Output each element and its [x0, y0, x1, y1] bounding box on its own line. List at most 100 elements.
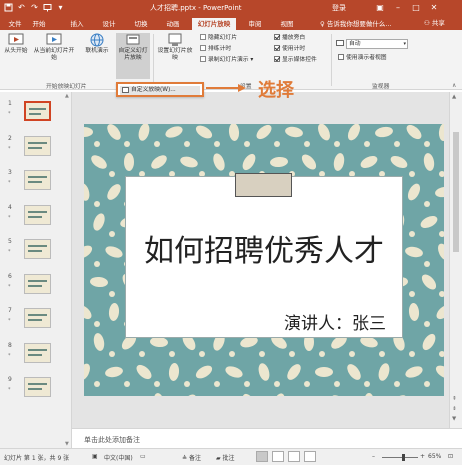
tell-me-search[interactable]: ♀ 告诉我你想要做什么...: [320, 18, 392, 30]
tab-file[interactable]: 文件: [4, 18, 26, 30]
thumbnail-content: [28, 176, 47, 178]
hide-slide-button[interactable]: 隐藏幻灯片: [200, 34, 237, 42]
rehearse-timings-button[interactable]: 排练计时: [200, 45, 231, 53]
slide-thumbnail[interactable]: [24, 273, 51, 294]
animation-star-icon: *: [8, 111, 11, 117]
from-beginning-button[interactable]: 从头开始: [2, 33, 30, 55]
thumbnail-content: [28, 284, 42, 287]
login-link[interactable]: 登录: [332, 3, 346, 13]
slide-sorter-icon[interactable]: [272, 451, 284, 462]
scroll-down-icon[interactable]: ▼: [65, 441, 69, 447]
accessibility-icon[interactable]: ▭: [140, 453, 146, 460]
slide-subtitle[interactable]: 演讲人：张三: [284, 309, 386, 334]
zoom-slider-handle[interactable]: [402, 454, 405, 461]
thumbnail-content: [28, 353, 42, 356]
slide-thumbnail[interactable]: [24, 342, 51, 363]
scroll-down-icon[interactable]: ▼: [452, 416, 456, 422]
zoom-slider[interactable]: [382, 457, 418, 458]
slide-scrollbar[interactable]: ▲ ⇞ ⇟ ▼: [449, 92, 462, 428]
zoom-out-icon[interactable]: –: [372, 453, 375, 460]
thumbnail-number: 8: [8, 341, 12, 349]
next-slide-icon[interactable]: ⇟: [452, 406, 457, 412]
presenter-view-checkbox[interactable]: 使用演示者视图: [338, 54, 387, 62]
ribbon-display-icon[interactable]: ▣: [372, 1, 388, 14]
tab-animations[interactable]: 动画: [162, 18, 184, 30]
previous-slide-icon[interactable]: ⇞: [452, 396, 457, 402]
tab-design[interactable]: 设计: [98, 18, 120, 30]
title-bar: ↶ ↷ ▾ 人才招聘.pptx - PowerPoint 登录 ▣ – □ ✕: [0, 0, 462, 16]
ribbon-separator: [331, 34, 332, 86]
animation-star-icon: *: [8, 214, 11, 221]
tab-review[interactable]: 审阅: [244, 18, 266, 30]
use-timings-checkbox[interactable]: 使用计时: [274, 45, 305, 53]
collapse-ribbon-icon[interactable]: ∧: [452, 82, 456, 89]
lightbulb-icon: ♀: [320, 20, 327, 28]
scroll-thumb[interactable]: [453, 132, 459, 252]
thumbnail-number: 1: [8, 100, 12, 107]
custom-show-button[interactable]: 自定义幻灯片放映: [116, 33, 150, 79]
thumbnail-content: [28, 245, 47, 247]
zoom-in-icon[interactable]: +: [420, 453, 425, 460]
slide-thumbnail[interactable]: [24, 308, 51, 328]
language-indicator[interactable]: 中文(中国): [104, 453, 133, 462]
redo-icon[interactable]: ↷: [30, 3, 39, 12]
thumbnail-content: [28, 314, 47, 316]
record-icon: [200, 56, 206, 62]
tab-transitions[interactable]: 切换: [130, 18, 152, 30]
tape-decoration: [235, 173, 292, 197]
thumbnail-content: [28, 383, 47, 385]
slide-thumbnail[interactable]: [24, 101, 51, 121]
thumbnail-scrollbar[interactable]: ▲ ▼: [64, 92, 71, 448]
maximize-icon[interactable]: □: [408, 1, 424, 14]
slideshow-start-icon: [8, 33, 24, 45]
tab-insert[interactable]: 插入: [66, 18, 88, 30]
reading-view-icon[interactable]: [288, 451, 300, 462]
tab-home[interactable]: 开始: [28, 18, 50, 30]
slide-thumbnail[interactable]: [24, 135, 51, 156]
hide-slide-icon: [200, 34, 206, 40]
setup-icon: [168, 33, 182, 46]
comments-button[interactable]: ▰ 批注: [216, 453, 235, 462]
present-online-button[interactable]: 联机演示: [80, 33, 114, 55]
ribbon: 从头开始 从当前幻灯片开始 联机演示 自定义幻灯片放映 开始放映幻灯片 设置幻灯…: [0, 30, 462, 90]
globe-icon: [90, 33, 104, 47]
setup-slideshow-button[interactable]: 设置幻灯片放映: [157, 33, 193, 62]
share-button[interactable]: ⚇ 共享: [424, 18, 458, 29]
custom-shows-menu-item[interactable]: 自定义放映(W)...: [120, 86, 200, 95]
notes-icon: ≜: [182, 455, 189, 462]
notes-button[interactable]: ≜ 备注: [182, 453, 201, 462]
thumbnail-content: [29, 108, 46, 110]
slideshow-qa-icon[interactable]: [43, 3, 52, 12]
scroll-up-icon[interactable]: ▲: [65, 93, 69, 99]
minimize-icon[interactable]: –: [390, 1, 406, 14]
record-show-button[interactable]: 录制幻灯片演示 ▾: [200, 56, 253, 64]
save-icon[interactable]: [4, 3, 13, 12]
show-media-controls-checkbox[interactable]: 显示媒体控件: [274, 56, 317, 64]
slide-thumbnail[interactable]: [24, 377, 51, 397]
custom-show-menu-icon: [122, 87, 129, 93]
slide-thumbnail[interactable]: [24, 204, 51, 225]
from-current-button[interactable]: 从当前幻灯片开始: [32, 33, 76, 62]
fit-slide-icon[interactable]: ⊡: [448, 453, 453, 460]
animation-star-icon: *: [8, 283, 11, 290]
thumbnail-number: 5: [8, 238, 12, 245]
customize-qa-icon[interactable]: ▾: [56, 3, 65, 12]
scroll-up-icon[interactable]: ▲: [452, 94, 456, 100]
slide-canvas[interactable]: 如何招聘优秀人才 演讲人：张三: [84, 124, 444, 396]
notes-pane[interactable]: 单击此处添加备注: [72, 428, 462, 448]
tab-view[interactable]: 视图: [276, 18, 298, 30]
undo-icon[interactable]: ↶: [17, 3, 26, 12]
play-narrations-checkbox[interactable]: 播放旁白: [274, 34, 305, 42]
slide-thumbnail[interactable]: [24, 170, 51, 190]
normal-view-icon[interactable]: [256, 451, 268, 462]
slide-editing-area: 如何招聘优秀人才 演讲人：张三: [72, 92, 462, 428]
zoom-level[interactable]: 65%: [428, 453, 441, 460]
spelling-icon[interactable]: ▣: [92, 453, 98, 460]
slideshow-view-icon[interactable]: [304, 451, 316, 462]
slide-thumbnail[interactable]: [24, 239, 51, 259]
thumbnail-content: [28, 319, 42, 321]
slide-title[interactable]: 如何招聘优秀人才: [125, 226, 403, 270]
close-icon[interactable]: ✕: [426, 1, 442, 14]
tab-slideshow[interactable]: 幻灯片放映: [192, 18, 236, 30]
monitor-select[interactable]: 自动 ▾: [346, 39, 408, 49]
